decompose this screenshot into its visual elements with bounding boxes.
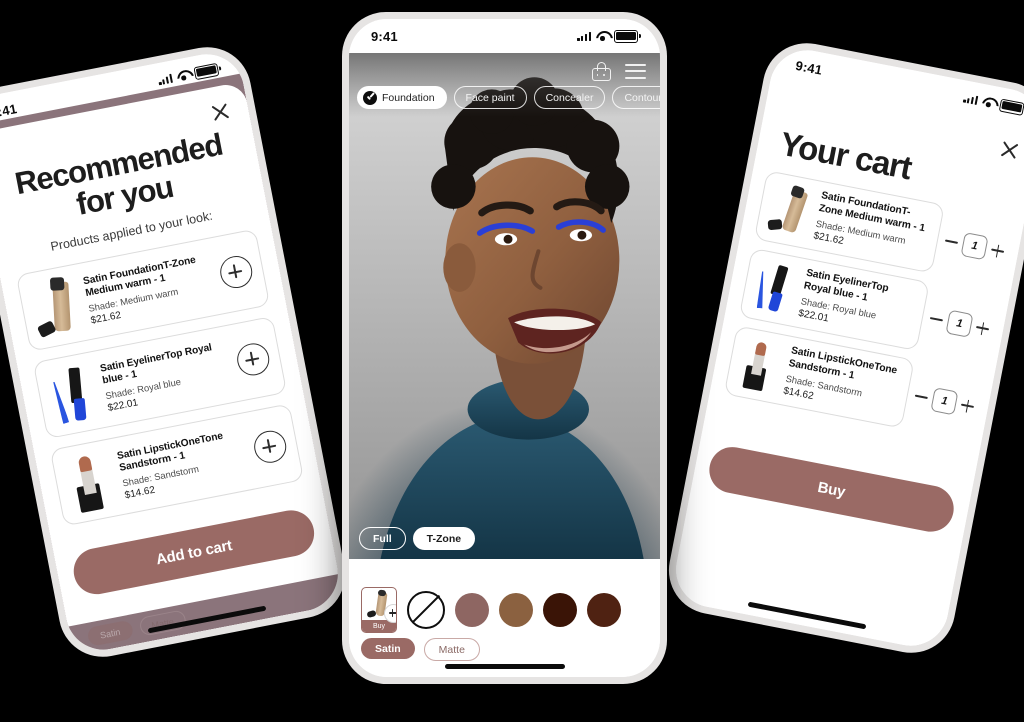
coverage-full-button[interactable]: Full <box>359 527 406 550</box>
wifi-icon <box>981 96 996 108</box>
tab-contour[interactable]: Contour <box>612 86 660 109</box>
close-icon[interactable] <box>206 98 234 126</box>
wifi-icon <box>176 69 191 81</box>
check-circle-icon <box>363 90 377 105</box>
close-icon[interactable] <box>995 136 1023 164</box>
decrease-quantity-button[interactable] <box>914 389 929 404</box>
shade-swatch-4[interactable] <box>587 593 621 627</box>
buy-product-tile[interactable]: Buy <box>361 587 397 633</box>
decrease-quantity-button[interactable] <box>944 234 959 249</box>
status-time: 9:41 <box>371 28 398 44</box>
quantity-value[interactable]: 1 <box>960 232 989 261</box>
eyeliner-product-image <box>751 260 800 317</box>
status-indicators <box>963 91 1024 116</box>
shade-swatch-3[interactable] <box>543 593 577 627</box>
coverage-tzone-button[interactable]: T-Zone <box>412 527 476 550</box>
shade-swatch-2[interactable] <box>499 593 533 627</box>
status-indicators <box>577 29 641 43</box>
increase-quantity-button[interactable] <box>960 398 975 413</box>
tab-concealer[interactable]: Concealer <box>533 86 606 109</box>
center-phone-screen: 9:41 Foundation Face paint Concealer Con… <box>349 19 660 677</box>
buy-button[interactable]: Buy <box>705 443 958 536</box>
model-photo <box>349 53 660 559</box>
eyeliner-product-image <box>46 362 102 428</box>
tab-foundation[interactable]: Foundation <box>357 86 447 109</box>
foundation-product-image <box>766 182 815 239</box>
cart-item-list: Satin FoundationT-Zone Medium warm - 1 S… <box>723 170 1011 442</box>
camera-top-icons <box>592 61 646 81</box>
cart-sheet: Your cart Satin FoundationT-Zone Medium … <box>669 77 1024 653</box>
right-phone-device: 9:41 Your cart Satin FoundationT-Zone Me… <box>661 35 1024 661</box>
no-shade-button[interactable] <box>407 591 445 629</box>
add-product-button[interactable] <box>217 253 256 292</box>
tab-face-paint[interactable]: Face paint <box>453 86 527 109</box>
wifi-icon <box>596 31 609 41</box>
left-phone-device: 9:41 Satin Matte Recommended for you Pro <box>0 39 353 665</box>
quantity-stepper: 1 <box>928 306 991 341</box>
battery-icon <box>614 29 641 43</box>
tab-label: Contour <box>624 91 660 104</box>
finish-satin-button[interactable]: Satin <box>361 638 415 659</box>
left-phone-screen: 9:41 Satin Matte Recommended for you Pro <box>0 47 345 657</box>
recommended-product-list: Satin FoundationT-Zone Medium warm - 1 S… <box>15 229 305 527</box>
cellular-signal-icon <box>577 31 591 41</box>
right-phone-screen: 9:41 Your cart Satin FoundationT-Zone Me… <box>669 43 1024 653</box>
quantity-stepper: 1 <box>913 384 976 419</box>
lipstick-product-image <box>63 449 119 515</box>
shopping-bag-icon[interactable] <box>592 61 611 81</box>
finish-toggle-row: Satin Matte <box>361 638 480 661</box>
cellular-signal-icon <box>158 73 173 86</box>
quantity-value[interactable]: 1 <box>945 309 974 338</box>
add-badge-icon[interactable] <box>384 604 396 623</box>
tab-label: Foundation <box>382 91 435 104</box>
finish-matte-button[interactable]: Matte <box>423 638 480 661</box>
status-time: 9:41 <box>794 57 824 78</box>
battery-icon <box>193 62 220 80</box>
cellular-signal-icon <box>963 93 979 105</box>
shade-selector-row: Buy <box>349 587 660 633</box>
center-phone-device: 9:41 Foundation Face paint Concealer Con… <box>342 12 667 684</box>
add-product-button[interactable] <box>234 341 273 379</box>
coverage-toggle-row: Full T-Zone <box>359 527 476 550</box>
tab-label: Face paint <box>465 91 515 104</box>
foundation-product-image <box>29 275 85 341</box>
tab-label: Concealer <box>545 91 594 104</box>
home-indicator <box>444 664 565 669</box>
shade-swatch-1[interactable] <box>455 593 489 627</box>
add-product-button[interactable] <box>251 428 290 466</box>
mockup-stage: 9:41 Satin Matte Recommended for you Pro <box>0 0 1024 722</box>
center-status-bar: 9:41 <box>349 19 660 53</box>
quantity-value[interactable]: 1 <box>930 387 959 416</box>
decrease-quantity-button[interactable] <box>929 312 944 327</box>
add-to-cart-button[interactable]: Add to cart <box>69 506 319 599</box>
camera-preview: Foundation Face paint Concealer Contour <box>349 53 660 559</box>
increase-quantity-button[interactable] <box>975 321 990 336</box>
increase-quantity-button[interactable] <box>990 243 1005 258</box>
battery-icon <box>998 98 1024 116</box>
quantity-stepper: 1 <box>943 229 1006 264</box>
lipstick-product-image <box>735 337 784 394</box>
recommended-sheet: Recommended for you Products applied to … <box>0 81 339 627</box>
hamburger-menu-icon[interactable] <box>625 63 646 79</box>
category-tab-row: Foundation Face paint Concealer Contour <box>357 86 660 109</box>
